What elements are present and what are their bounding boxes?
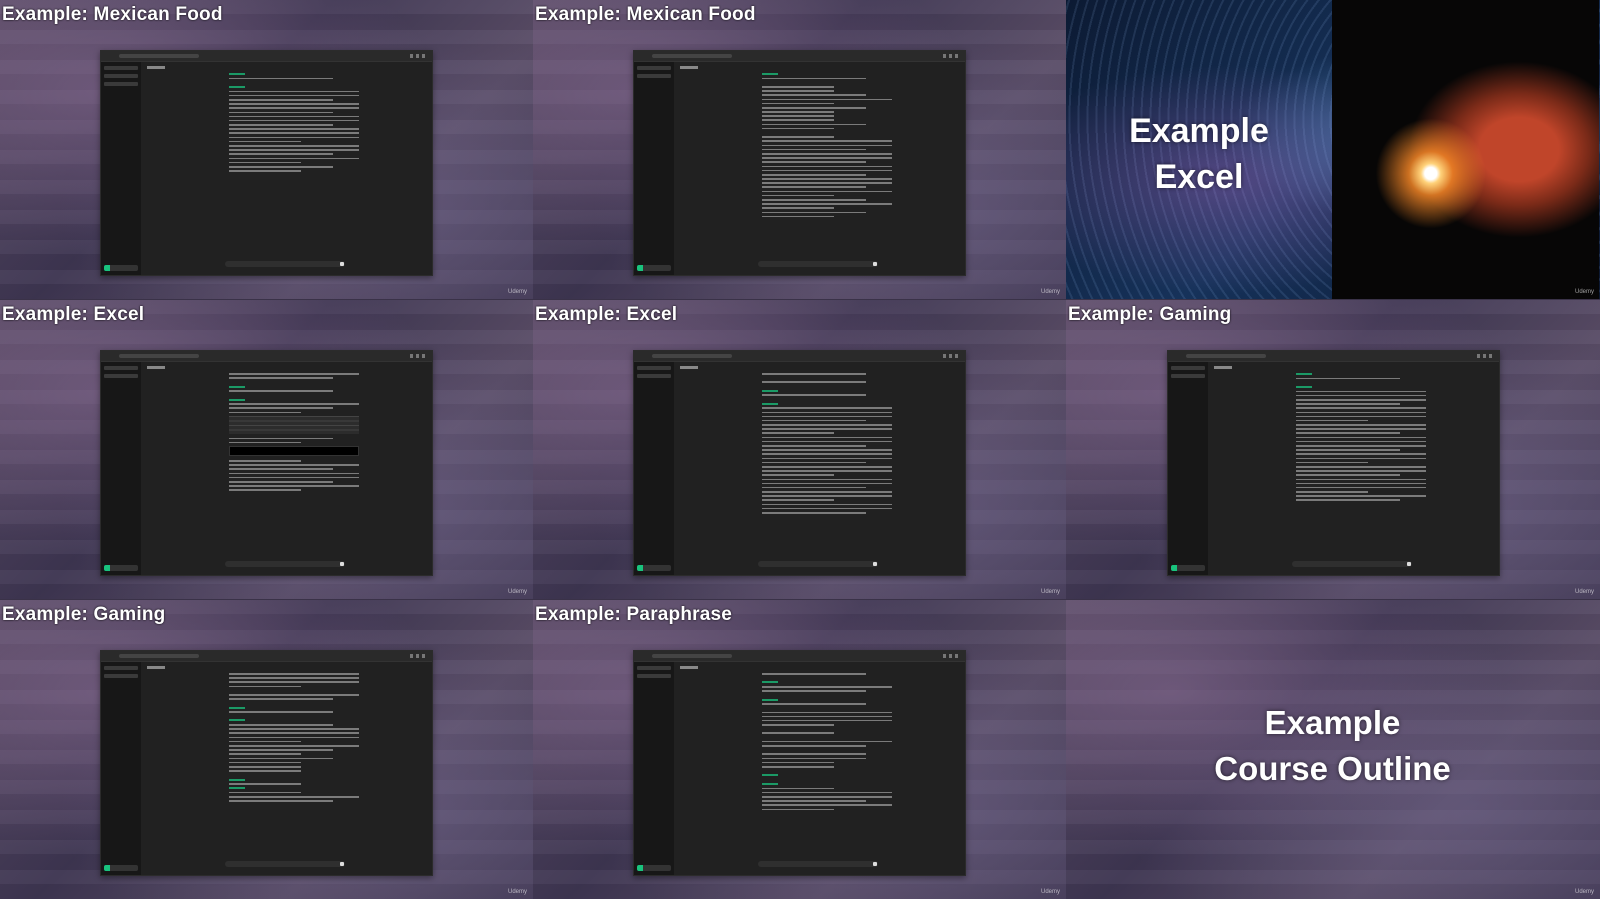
chat-sidebar [1168,362,1208,575]
message-input [225,261,345,267]
chat-sidebar [101,62,141,275]
send-icon [873,862,877,866]
chat-content [762,73,892,220]
udemy-watermark: Udemy [507,889,527,895]
chat-sidebar [634,62,674,275]
message-input [1292,561,1412,567]
excel-table [229,415,359,434]
message-input [225,861,345,867]
chat-content [229,373,359,494]
udemy-watermark: Udemy [507,589,527,595]
send-icon [340,562,344,566]
message-input [758,561,878,567]
tile-course-outline-intro[interactable]: Example Course Outline Udemy [1066,600,1600,899]
intro-overlay-text: Example Course Outline [1066,700,1599,792]
browser-bar [1168,351,1499,362]
send-icon [873,562,877,566]
chatgpt-screenshot [100,350,433,576]
browser-bar [634,51,965,62]
overlay-line-2: Excel [1154,158,1244,196]
model-selector [680,666,698,669]
udemy-watermark: Udemy [1040,289,1060,295]
tile-paraphrase[interactable]: Example: Paraphrase Udemy [533,600,1066,899]
message-input [758,861,878,867]
chat-content [762,673,892,813]
overlay-line-1: Example [1264,704,1401,741]
udemy-watermark: Udemy [1574,589,1594,595]
chat-sidebar [634,662,674,875]
match-flame-photo [1332,0,1599,299]
model-selector [1214,366,1232,369]
send-icon [340,862,344,866]
model-selector [147,366,165,369]
chatgpt-screenshot [1167,350,1500,576]
udemy-watermark: Udemy [1040,589,1060,595]
browser-bar [634,351,965,362]
udemy-watermark: Udemy [1574,889,1594,895]
chat-content [229,673,359,804]
browser-bar [101,51,432,62]
send-icon [1407,562,1411,566]
chatgpt-screenshot [633,650,966,876]
chatgpt-screenshot [100,50,433,276]
intro-overlay-text: Example Excel [1066,108,1332,200]
model-selector [147,66,165,69]
send-icon [340,262,344,266]
tile-title: Example: Gaming [1068,304,1232,325]
model-selector [680,366,698,369]
tile-title: Example: Gaming [2,604,166,625]
udemy-watermark: Udemy [507,289,527,295]
tile-example-excel-intro[interactable]: Example Excel Udemy [1066,0,1600,299]
udemy-watermark: Udemy [1574,289,1594,295]
chat-sidebar [634,362,674,575]
tile-title: Example: Mexican Food [535,4,756,25]
chat-sidebar [101,662,141,875]
chat-sidebar [101,362,141,575]
chat-content [229,73,359,174]
overlay-line-1: Example [1129,112,1269,150]
model-selector [680,66,698,69]
tile-title: Example: Paraphrase [535,604,733,625]
tile-mexican-food-1[interactable]: Example: Mexican Food Udemy [0,0,533,299]
tile-mexican-food-2[interactable]: Example: Mexican Food Udemy [533,0,1066,299]
chatgpt-screenshot [633,350,966,576]
browser-bar [101,651,432,662]
model-selector [147,666,165,669]
message-input [758,261,878,267]
video-grid: Example: Mexican Food Udemy Example: Mex… [0,0,1600,899]
browser-bar [101,351,432,362]
tile-title: Example: Mexican Food [2,4,223,25]
message-input [225,561,345,567]
tile-excel-2[interactable]: Example: Excel Udemy [533,300,1066,599]
chatgpt-screenshot [100,650,433,876]
tile-gaming-2[interactable]: Example: Gaming Udemy [0,600,533,899]
chat-content [762,373,892,516]
overlay-line-2: Course Outline [1214,750,1451,787]
chat-content [1296,373,1426,504]
tile-gaming-1[interactable]: Example: Gaming Udemy [1066,300,1600,599]
tile-title: Example: Excel [2,304,145,325]
tile-title: Example: Excel [535,304,678,325]
code-block [229,446,359,457]
browser-bar [634,651,965,662]
tile-excel-1[interactable]: Example: Excel Udemy [0,300,533,599]
udemy-watermark: Udemy [1040,889,1060,895]
chatgpt-screenshot [633,50,966,276]
send-icon [873,262,877,266]
